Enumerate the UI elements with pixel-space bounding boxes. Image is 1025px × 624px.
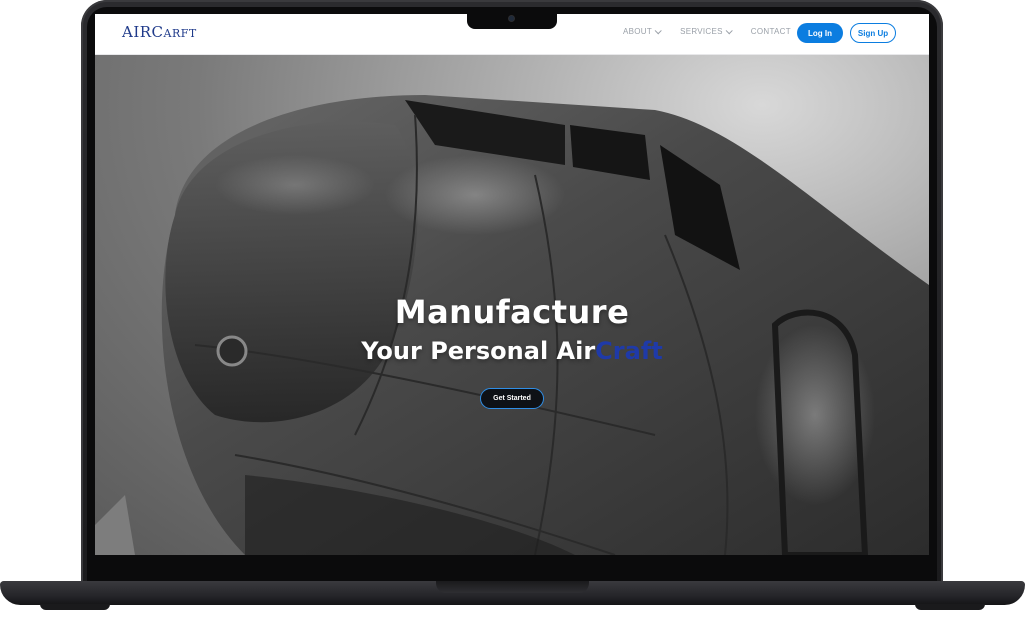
hero-section: Manufacture Your Personal AirCraft Get S… bbox=[95, 55, 929, 555]
nav-item-about-label: ABOUT bbox=[623, 27, 653, 36]
laptop-screen: AIRCARFT ABOUT SERVICES CONTACT Log In S… bbox=[95, 14, 929, 555]
laptop-foot-right bbox=[915, 604, 985, 610]
laptop-base-groove bbox=[436, 581, 589, 593]
nav-item-services-label: SERVICES bbox=[680, 27, 723, 36]
nav-links: ABOUT SERVICES CONTACT bbox=[623, 27, 791, 36]
chevron-down-icon bbox=[654, 27, 662, 35]
hero-subtitle-prefix: Your Personal Air bbox=[361, 337, 596, 365]
brand-logo-main: AIRC bbox=[122, 23, 164, 41]
hero-subtitle: Your Personal AirCraft bbox=[95, 337, 929, 365]
hero-subtitle-accent: Craft bbox=[595, 337, 663, 365]
nav-item-about[interactable]: ABOUT bbox=[623, 27, 662, 36]
brand-logo-rest: ARFT bbox=[163, 27, 197, 40]
nav-item-contact[interactable]: CONTACT bbox=[751, 27, 791, 36]
brand-logo[interactable]: AIRCARFT bbox=[122, 23, 197, 41]
nav-item-services[interactable]: SERVICES bbox=[680, 27, 733, 36]
hero-title: Manufacture bbox=[394, 293, 630, 331]
camera-icon bbox=[509, 16, 514, 21]
laptop-foot-left bbox=[40, 604, 110, 610]
login-button[interactable]: Log In bbox=[797, 23, 843, 43]
nav-item-contact-label: CONTACT bbox=[750, 27, 791, 36]
chevron-down-icon bbox=[725, 27, 733, 35]
get-started-button[interactable]: Get Started bbox=[480, 388, 544, 409]
laptop-mockup: AIRCARFT ABOUT SERVICES CONTACT Log In S… bbox=[0, 0, 1025, 624]
signup-button[interactable]: Sign Up bbox=[850, 23, 896, 43]
